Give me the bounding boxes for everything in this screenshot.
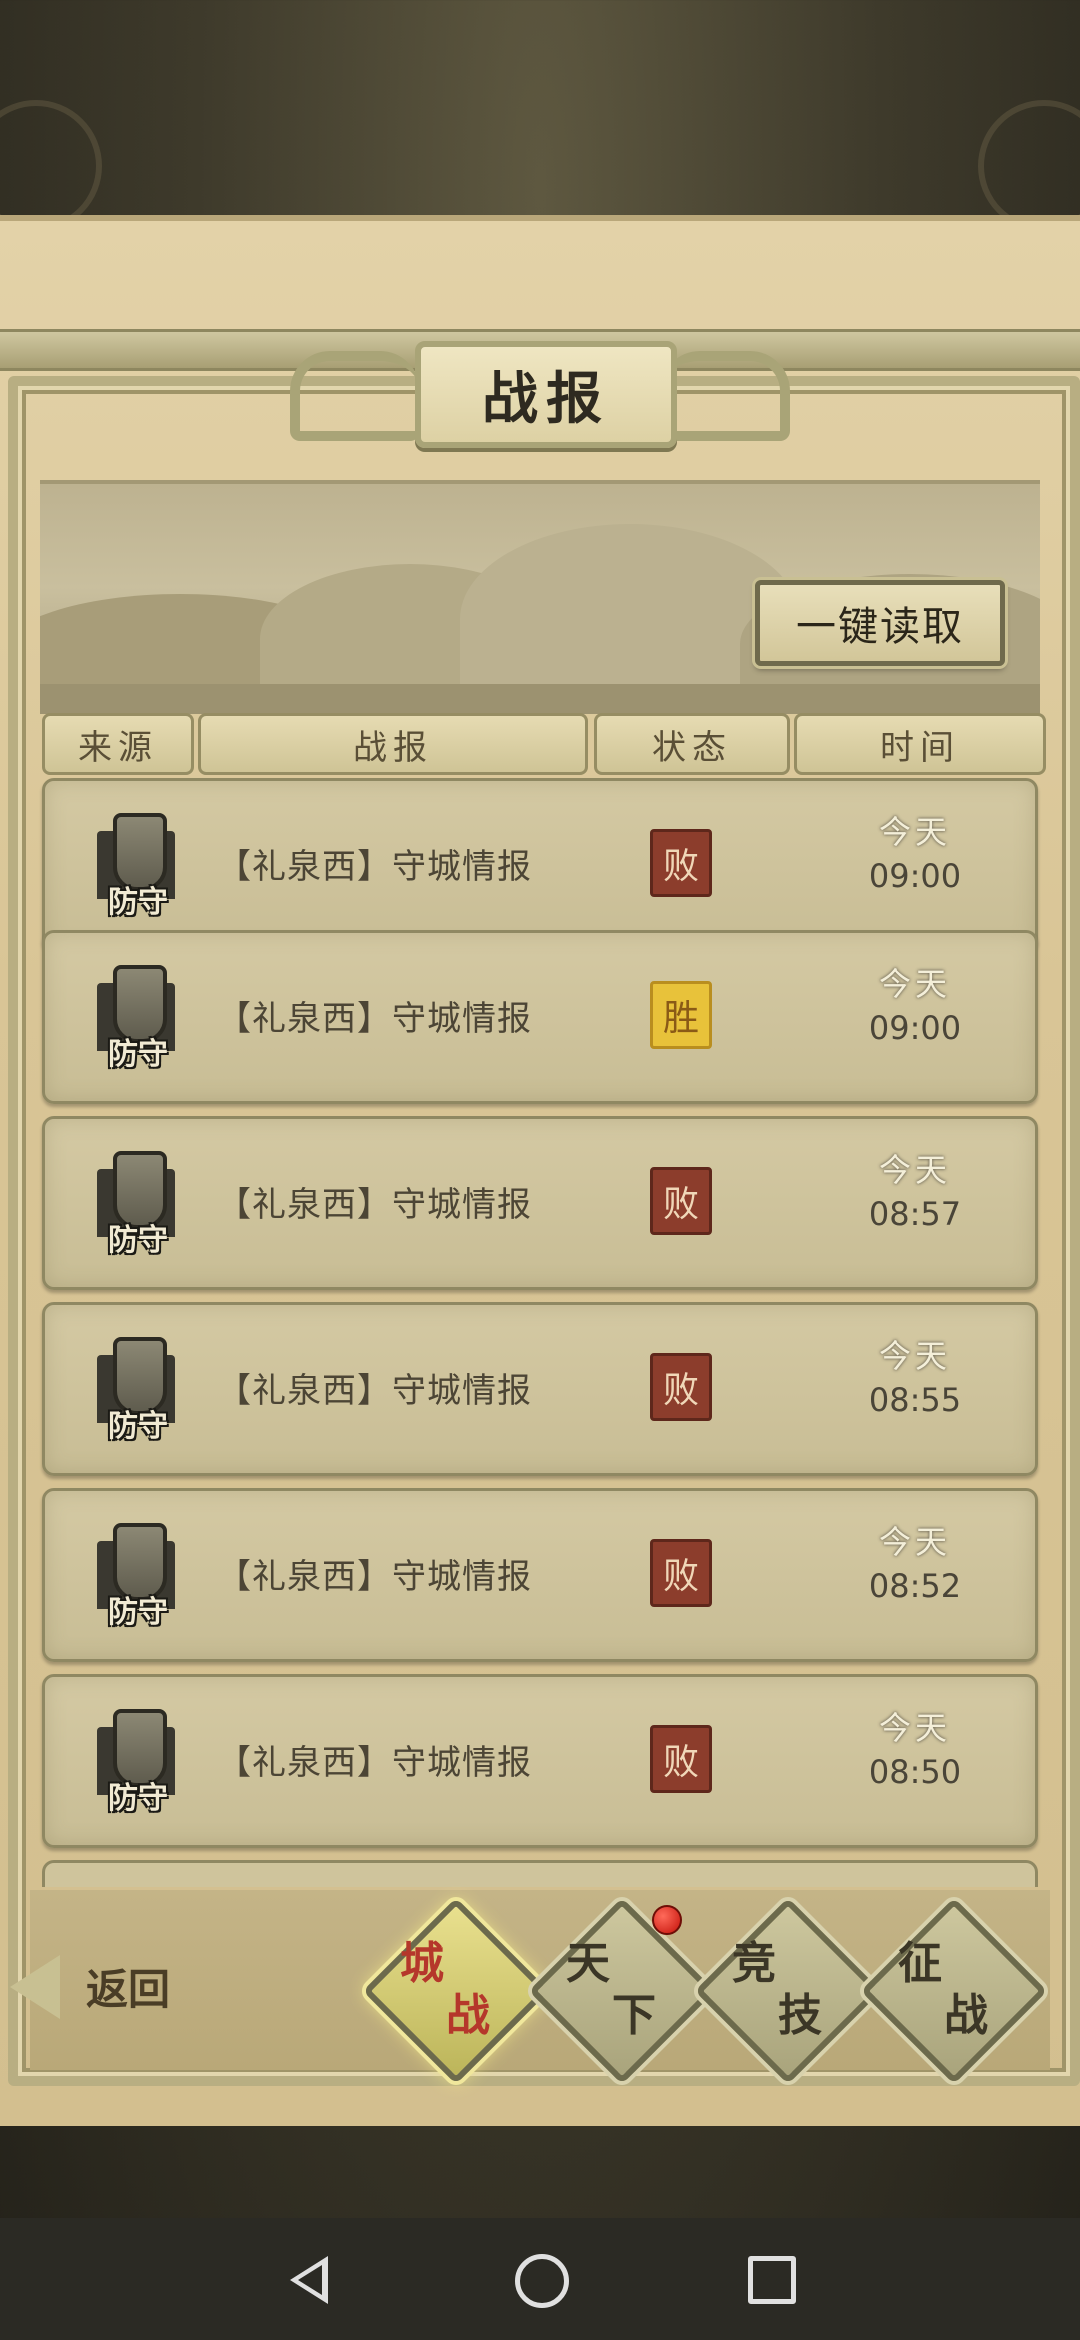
- tab-char-2: 战: [446, 1990, 490, 2041]
- report-time: 今天 09:00: [825, 807, 1005, 895]
- report-title: 【礼泉西】守城情报: [217, 847, 532, 887]
- tab-char-1: 天: [566, 1938, 610, 1989]
- back-label: 返回: [85, 1964, 170, 2014]
- report-day: 今天: [878, 965, 951, 1003]
- report-title: 【礼泉西】守城情报: [217, 1185, 532, 1225]
- report-clock: 08:55: [868, 1381, 962, 1419]
- status-badge: 败: [650, 1353, 712, 1421]
- report-title: 【礼泉西】守城情报: [217, 1371, 532, 1411]
- report-row[interactable]: 防守 【礼泉西】守城情报 败 今天 08:52: [42, 1488, 1038, 1662]
- report-source: 防守: [108, 1037, 168, 1072]
- fortress-shield-icon: 防守: [83, 1705, 189, 1816]
- report-time: 今天 09:00: [825, 959, 1005, 1047]
- report-day: 今天: [878, 1151, 951, 1189]
- report-time: 今天 08:55: [825, 1331, 1005, 1419]
- report-day: 今天: [878, 1709, 951, 1747]
- read-all-button[interactable]: 一键读取: [755, 580, 1005, 666]
- report-row[interactable]: 防守 【礼泉西】守城情报 败 今天 08:50: [42, 1674, 1038, 1848]
- report-clock: 09:00: [868, 1009, 962, 1047]
- nav-tab-4[interactable]: 征战: [860, 1897, 1048, 2085]
- report-day: 今天: [878, 813, 951, 851]
- tab-char-1: 竞: [732, 1938, 776, 1989]
- report-day: 今天: [878, 1337, 951, 1375]
- report-time: 今天 08:50: [825, 1703, 1005, 1791]
- tab-char-1: 城: [400, 1938, 444, 1989]
- report-title: 【礼泉西】守城情报: [217, 1743, 532, 1783]
- page-title: 战报: [415, 341, 677, 448]
- fortress-shield-icon: 防守: [83, 1333, 189, 1444]
- plaque-wing-right: [660, 351, 790, 441]
- nav-tab-2[interactable]: 天下: [528, 1897, 716, 2085]
- report-clock: 08:50: [868, 1753, 962, 1791]
- plaque-wing-left: [290, 351, 420, 441]
- system-nav-bar: [0, 2218, 1080, 2340]
- fortress-shield-icon: 防守: [83, 961, 189, 1072]
- nav-tab-1[interactable]: 城战: [362, 1897, 550, 2085]
- nav-tab-3[interactable]: 竞技: [694, 1897, 882, 2085]
- fortress-shield-icon: 防守: [83, 1519, 189, 1630]
- tab-char-2: 战: [944, 1990, 988, 2041]
- report-source: 防守: [108, 1595, 168, 1630]
- title-plaque: 战报: [290, 331, 790, 461]
- report-row[interactable]: 防守 【礼泉西】守城情报 败 今天 08:57: [42, 1116, 1038, 1290]
- report-source: 防守: [108, 1223, 168, 1258]
- notification-dot-icon: [652, 1905, 682, 1935]
- tab-char-2: 下: [612, 1990, 656, 2041]
- report-title: 【礼泉西】守城情报: [217, 999, 532, 1039]
- system-home-icon[interactable]: [515, 2254, 569, 2308]
- back-arrow-icon: [10, 1955, 60, 2019]
- report-row[interactable]: 防守 【礼泉西】守城情报 胜 今天 09:00: [42, 930, 1038, 1104]
- fortress-shield-icon: 防守: [83, 809, 189, 920]
- status-badge: 败: [650, 1167, 712, 1235]
- report-row-partial: [42, 1860, 1038, 1887]
- back-button[interactable]: 返回: [10, 1945, 200, 2027]
- status-badge: 败: [650, 1539, 712, 1607]
- ground-strip: [40, 684, 1040, 714]
- report-source: 防守: [108, 885, 168, 920]
- report-title: 【礼泉西】守城情报: [217, 1557, 532, 1597]
- report-row[interactable]: 防守 【礼泉西】守城情报 败 今天 09:00: [42, 778, 1038, 952]
- status-badge: 胜: [650, 981, 712, 1049]
- column-header-status: 状态: [594, 713, 790, 775]
- corner-ornament-left: [0, 100, 102, 232]
- fortress-shield-icon: 防守: [83, 1147, 189, 1258]
- status-badge: 败: [650, 1725, 712, 1793]
- tab-char-1: 征: [898, 1938, 942, 1989]
- column-header-time: 时间: [794, 713, 1046, 775]
- report-day: 今天: [878, 1523, 951, 1561]
- tab-char-2: 技: [778, 1990, 822, 2041]
- report-time: 今天 08:57: [825, 1145, 1005, 1233]
- column-header-source: 来源: [42, 713, 194, 775]
- report-clock: 09:00: [868, 857, 962, 895]
- column-header-report: 战报: [198, 713, 588, 775]
- report-source: 防守: [108, 1781, 168, 1816]
- report-clock: 08:52: [868, 1567, 962, 1605]
- report-row[interactable]: 防守 【礼泉西】守城情报 败 今天 08:55: [42, 1302, 1038, 1476]
- system-recent-icon[interactable]: [748, 2256, 796, 2304]
- system-back-icon[interactable]: [290, 2256, 328, 2304]
- report-clock: 08:57: [868, 1195, 962, 1233]
- corner-ornament-right: [978, 100, 1080, 232]
- status-badge: 败: [650, 829, 712, 897]
- report-source: 防守: [108, 1409, 168, 1444]
- report-time: 今天 08:52: [825, 1517, 1005, 1605]
